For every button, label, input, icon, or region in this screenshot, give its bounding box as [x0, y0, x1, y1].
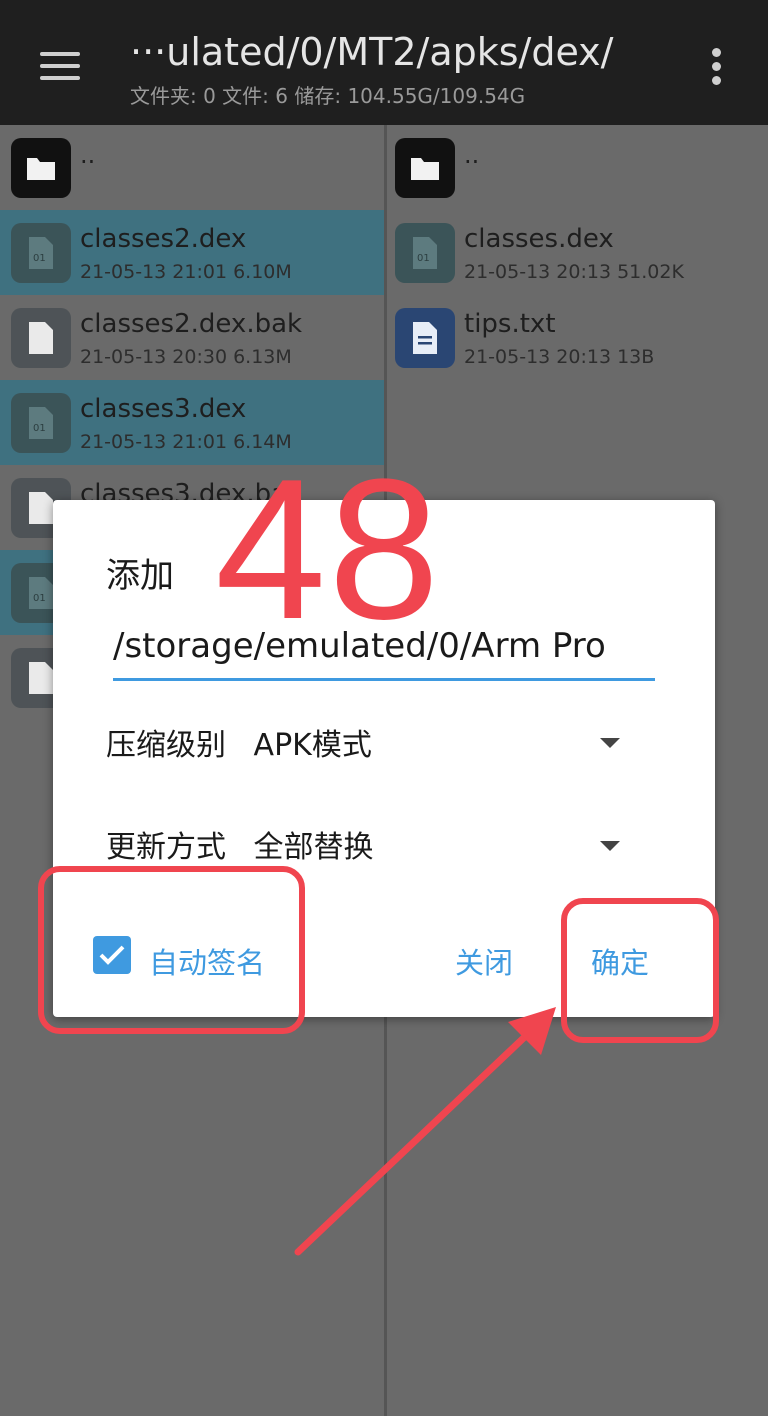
arrow-annotation: [294, 1007, 556, 1256]
